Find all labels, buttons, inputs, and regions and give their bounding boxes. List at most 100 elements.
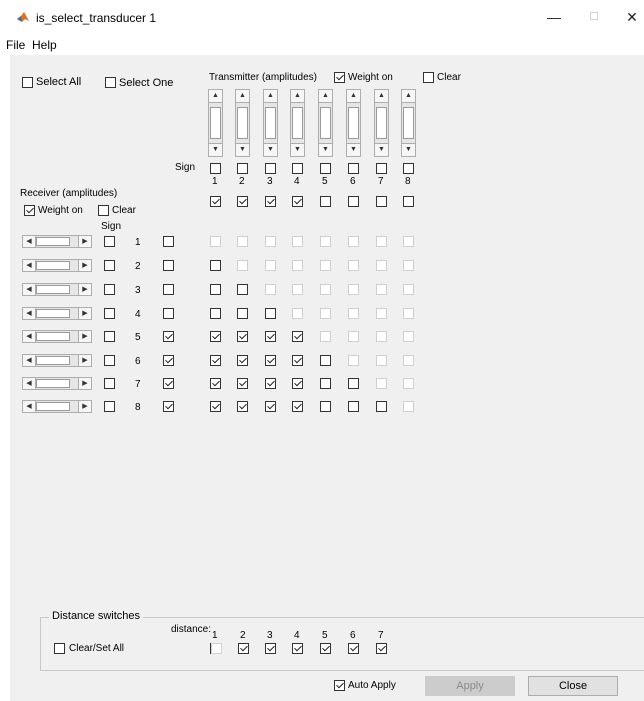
rx-slider-4[interactable]: ◀ ▶ bbox=[22, 307, 92, 320]
rx-slider-2[interactable]: ◀ ▶ bbox=[22, 259, 92, 272]
rx-enable-checkbox-2[interactable] bbox=[163, 260, 174, 271]
rx-slider-3[interactable]: ◀ ▶ bbox=[22, 283, 92, 296]
rx-sign-checkbox-3[interactable] bbox=[104, 284, 115, 295]
distance-checkbox-2[interactable] bbox=[238, 643, 249, 654]
slider-up-arrow-icon[interactable]: ▲ bbox=[209, 90, 222, 103]
clear-set-all-checkbox[interactable] bbox=[54, 643, 65, 654]
slider-right-arrow-icon[interactable]: ▶ bbox=[78, 401, 91, 412]
rx-slider-1[interactable]: ◀ ▶ bbox=[22, 235, 92, 248]
pair-checkbox-8-3[interactable] bbox=[265, 401, 276, 412]
pair-checkbox-5-4[interactable] bbox=[292, 331, 303, 342]
tx-slider-1[interactable]: ▲ ▼ bbox=[208, 89, 223, 157]
slider-down-arrow-icon[interactable]: ▼ bbox=[402, 143, 415, 156]
pair-checkbox-3-2[interactable] bbox=[237, 284, 248, 295]
tx-enable-checkbox-2[interactable] bbox=[237, 196, 248, 207]
select-all-checkbox[interactable] bbox=[22, 77, 33, 88]
slider-right-arrow-icon[interactable]: ▶ bbox=[78, 284, 91, 295]
slider-thumb[interactable] bbox=[237, 107, 248, 139]
slider-left-arrow-icon[interactable]: ◀ bbox=[23, 401, 36, 412]
rx-enable-checkbox-5[interactable] bbox=[163, 331, 174, 342]
slider-left-arrow-icon[interactable]: ◀ bbox=[23, 284, 36, 295]
tx-slider-2[interactable]: ▲ ▼ bbox=[235, 89, 250, 157]
tx-enable-checkbox-8[interactable] bbox=[403, 196, 414, 207]
slider-right-arrow-icon[interactable]: ▶ bbox=[78, 378, 91, 389]
slider-down-arrow-icon[interactable]: ▼ bbox=[209, 143, 222, 156]
rx-enable-checkbox-6[interactable] bbox=[163, 355, 174, 366]
tx-sign-checkbox-2[interactable] bbox=[237, 163, 248, 174]
rx-sign-checkbox-1[interactable] bbox=[104, 236, 115, 247]
rx-enable-checkbox-8[interactable] bbox=[163, 401, 174, 412]
rx-sign-checkbox-5[interactable] bbox=[104, 331, 115, 342]
rx-enable-checkbox-1[interactable] bbox=[163, 236, 174, 247]
rx-sign-checkbox-8[interactable] bbox=[104, 401, 115, 412]
close-window-button[interactable]: ✕ bbox=[612, 4, 644, 30]
slider-thumb[interactable] bbox=[36, 402, 70, 411]
distance-checkbox-4[interactable] bbox=[292, 643, 303, 654]
pair-checkbox-4-2[interactable] bbox=[237, 308, 248, 319]
pair-checkbox-8-6[interactable] bbox=[348, 401, 359, 412]
slider-down-arrow-icon[interactable]: ▼ bbox=[375, 143, 388, 156]
pair-checkbox-7-4[interactable] bbox=[292, 378, 303, 389]
pair-checkbox-6-1[interactable] bbox=[210, 355, 221, 366]
pair-checkbox-3-1[interactable] bbox=[210, 284, 221, 295]
rx-sign-checkbox-6[interactable] bbox=[104, 355, 115, 366]
distance-checkbox-7[interactable] bbox=[376, 643, 387, 654]
pair-checkbox-4-3[interactable] bbox=[265, 308, 276, 319]
slider-thumb[interactable] bbox=[36, 285, 70, 294]
tx-sign-checkbox-6[interactable] bbox=[348, 163, 359, 174]
slider-down-arrow-icon[interactable]: ▼ bbox=[319, 143, 332, 156]
slider-thumb[interactable] bbox=[36, 356, 70, 365]
tx-sign-checkbox-1[interactable] bbox=[210, 163, 221, 174]
pair-checkbox-5-3[interactable] bbox=[265, 331, 276, 342]
pair-checkbox-4-1[interactable] bbox=[210, 308, 221, 319]
tx-enable-checkbox-6[interactable] bbox=[348, 196, 359, 207]
tx-enable-checkbox-1[interactable] bbox=[210, 196, 221, 207]
slider-thumb[interactable] bbox=[210, 107, 221, 139]
tx-slider-3[interactable]: ▲ ▼ bbox=[263, 89, 278, 157]
menu-file[interactable]: File bbox=[6, 38, 25, 52]
slider-up-arrow-icon[interactable]: ▲ bbox=[319, 90, 332, 103]
rx-clear-checkbox[interactable] bbox=[98, 205, 109, 216]
slider-down-arrow-icon[interactable]: ▼ bbox=[291, 143, 304, 156]
slider-left-arrow-icon[interactable]: ◀ bbox=[23, 378, 36, 389]
pair-checkbox-7-3[interactable] bbox=[265, 378, 276, 389]
slider-thumb[interactable] bbox=[36, 261, 70, 270]
slider-thumb[interactable] bbox=[36, 237, 70, 246]
minimize-button[interactable]: — bbox=[534, 4, 574, 30]
rx-sign-checkbox-2[interactable] bbox=[104, 260, 115, 271]
tx-sign-checkbox-5[interactable] bbox=[320, 163, 331, 174]
pair-checkbox-2-1[interactable] bbox=[210, 260, 221, 271]
pair-checkbox-8-5[interactable] bbox=[320, 401, 331, 412]
slider-up-arrow-icon[interactable]: ▲ bbox=[291, 90, 304, 103]
slider-down-arrow-icon[interactable]: ▼ bbox=[236, 143, 249, 156]
tx-enable-checkbox-4[interactable] bbox=[292, 196, 303, 207]
slider-thumb[interactable] bbox=[403, 107, 414, 139]
slider-up-arrow-icon[interactable]: ▲ bbox=[347, 90, 360, 103]
tx-slider-8[interactable]: ▲ ▼ bbox=[401, 89, 416, 157]
slider-down-arrow-icon[interactable]: ▼ bbox=[347, 143, 360, 156]
rx-weight-on-checkbox[interactable] bbox=[24, 205, 35, 216]
tx-clear-checkbox[interactable] bbox=[423, 72, 434, 83]
pair-checkbox-5-1[interactable] bbox=[210, 331, 221, 342]
pair-checkbox-6-3[interactable] bbox=[265, 355, 276, 366]
slider-right-arrow-icon[interactable]: ▶ bbox=[78, 355, 91, 366]
pair-checkbox-7-6[interactable] bbox=[348, 378, 359, 389]
slider-up-arrow-icon[interactable]: ▲ bbox=[236, 90, 249, 103]
pair-checkbox-5-2[interactable] bbox=[237, 331, 248, 342]
pair-checkbox-6-2[interactable] bbox=[237, 355, 248, 366]
slider-right-arrow-icon[interactable]: ▶ bbox=[78, 260, 91, 271]
slider-left-arrow-icon[interactable]: ◀ bbox=[23, 331, 36, 342]
tx-slider-5[interactable]: ▲ ▼ bbox=[318, 89, 333, 157]
rx-slider-7[interactable]: ◀ ▶ bbox=[22, 377, 92, 390]
pair-checkbox-6-4[interactable] bbox=[292, 355, 303, 366]
slider-thumb[interactable] bbox=[320, 107, 331, 139]
pair-checkbox-7-2[interactable] bbox=[237, 378, 248, 389]
rx-enable-checkbox-4[interactable] bbox=[163, 308, 174, 319]
distance-checkbox-6[interactable] bbox=[348, 643, 359, 654]
slider-thumb[interactable] bbox=[292, 107, 303, 139]
slider-thumb[interactable] bbox=[36, 379, 70, 388]
slider-left-arrow-icon[interactable]: ◀ bbox=[23, 236, 36, 247]
auto-apply-checkbox[interactable] bbox=[334, 680, 345, 691]
pair-checkbox-8-2[interactable] bbox=[237, 401, 248, 412]
pair-checkbox-7-5[interactable] bbox=[320, 378, 331, 389]
